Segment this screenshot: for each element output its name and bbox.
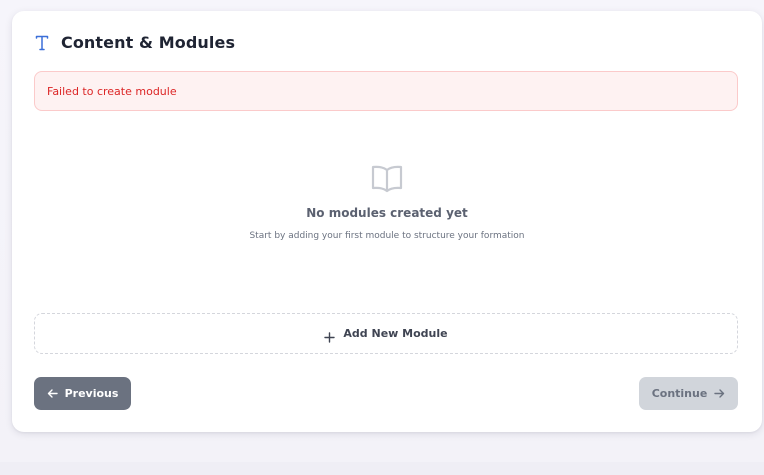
previous-label: Previous <box>64 387 119 400</box>
section-header: Content & Modules <box>35 33 235 52</box>
content-modules-card: Content & Modules Failed to create modul… <box>12 11 762 432</box>
arrow-left-icon <box>47 388 58 399</box>
previous-button[interactable]: Previous <box>34 377 131 410</box>
arrow-right-icon <box>714 388 725 399</box>
add-new-module-button[interactable]: Add New Module <box>34 313 738 354</box>
continue-label: Continue <box>651 387 708 400</box>
error-alert: Failed to create module <box>34 71 738 111</box>
book-open-icon <box>370 161 404 195</box>
page-footer-strip <box>0 462 764 475</box>
plus-icon <box>324 328 336 343</box>
empty-state-description: Start by adding your first module to str… <box>249 231 525 241</box>
type-icon <box>35 35 49 51</box>
section-title: Content & Modules <box>61 33 236 52</box>
empty-state: No modules created yet Start by adding y… <box>12 161 762 241</box>
error-message: Failed to create module <box>47 84 177 98</box>
continue-button[interactable]: Continue <box>639 377 738 410</box>
add-new-module-label: Add New Module <box>343 327 448 340</box>
empty-state-title: No modules created yet <box>306 206 468 220</box>
